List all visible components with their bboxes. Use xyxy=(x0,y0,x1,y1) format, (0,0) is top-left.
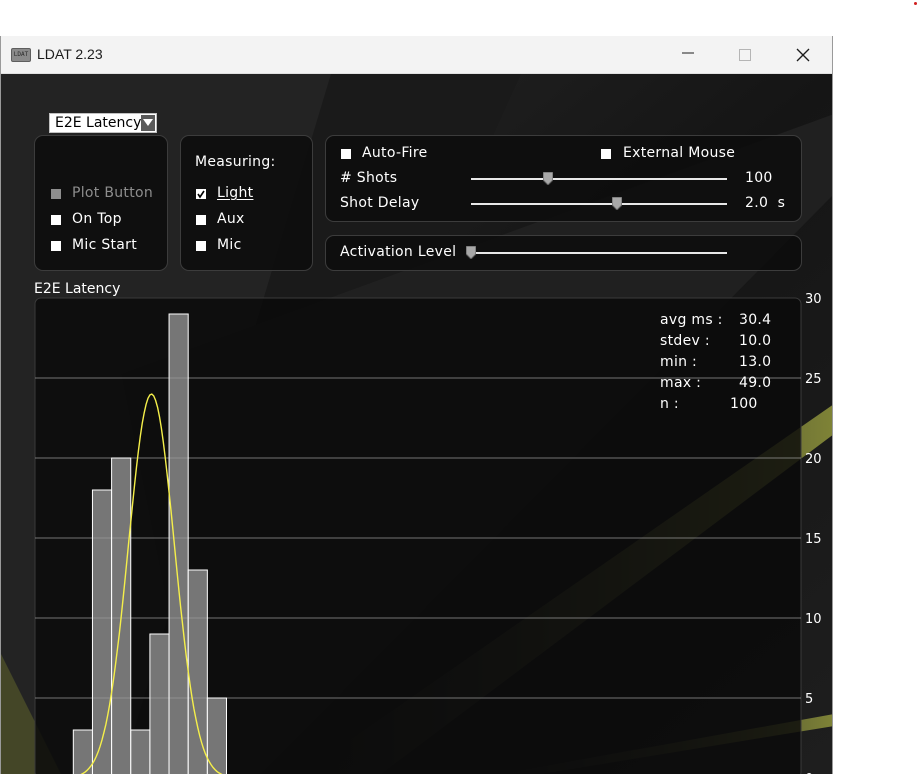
app-window: LDAT LDAT 2.23 E2E Latency Plot Button O… xyxy=(0,36,833,774)
histogram-bar xyxy=(187,569,208,774)
stat-max-label: max : xyxy=(660,375,702,391)
close-icon xyxy=(796,48,810,62)
histogram-chart: 0102030405060708090100110120130140150160… xyxy=(34,292,822,774)
histogram-bar xyxy=(130,729,151,774)
histogram-bar xyxy=(149,633,170,774)
stat-min-label: min : xyxy=(660,354,698,370)
minimize-icon xyxy=(682,52,694,54)
close-button[interactable] xyxy=(774,36,832,74)
stat-avg-value: 30.4 xyxy=(739,312,772,328)
y-tick-label: 5 xyxy=(805,692,813,707)
histogram-bar xyxy=(91,489,113,774)
maximize-button[interactable] xyxy=(716,36,774,74)
y-tick-label: 30 xyxy=(805,292,822,307)
title-bar[interactable]: LDAT LDAT 2.23 xyxy=(1,36,832,74)
maximize-icon xyxy=(739,49,751,61)
red-dot xyxy=(914,2,917,5)
window-title: LDAT 2.23 xyxy=(37,46,103,62)
y-tick-label: 15 xyxy=(805,532,822,547)
y-tick-label: 20 xyxy=(805,452,822,467)
stat-n-label: n : xyxy=(660,396,679,412)
y-tick-label: 25 xyxy=(805,372,822,387)
y-tick-label: 10 xyxy=(805,612,822,627)
client-area: E2E Latency Plot Button On Top Mic Start… xyxy=(1,74,832,774)
stat-min-value: 13.0 xyxy=(739,354,772,370)
stat-max-value: 49.0 xyxy=(739,375,772,391)
stat-n-value: 100 xyxy=(730,396,758,412)
stat-stdev-label: stdev : xyxy=(660,333,710,349)
stat-avg-label: avg ms : xyxy=(660,312,723,328)
histogram-bar xyxy=(168,313,189,774)
minimize-button[interactable] xyxy=(659,36,717,74)
app-icon: LDAT xyxy=(11,48,31,62)
stat-stdev-value: 10.0 xyxy=(739,333,772,349)
